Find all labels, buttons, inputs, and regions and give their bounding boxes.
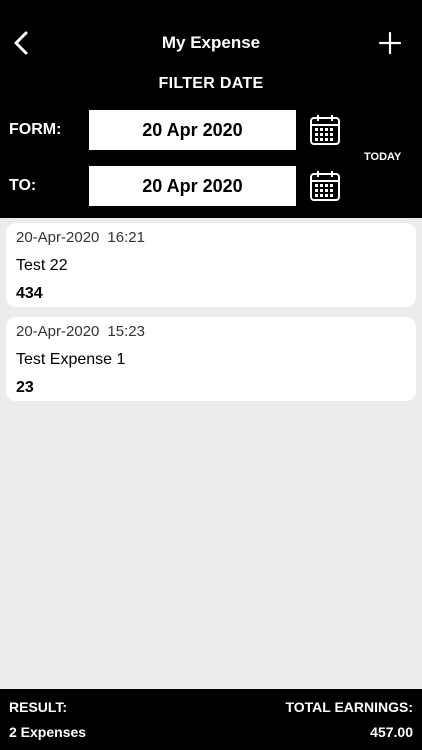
filter-title: FILTER DATE xyxy=(158,75,264,92)
expense-item[interactable]: 20-Apr-2020 16:21 Test 22 434 xyxy=(6,223,416,307)
expense-list: 20-Apr-2020 16:21 Test 22 434 20-Apr-2020… xyxy=(6,223,416,411)
expense-amount: 434 xyxy=(16,285,43,302)
footer-summary: RESULT: 2 Expenses TOTAL EARNINGS: 457.0… xyxy=(0,689,422,750)
today-button[interactable]: TODAY xyxy=(364,151,401,163)
to-calendar-icon[interactable] xyxy=(309,170,341,202)
expense-count: 2 Expenses xyxy=(9,724,87,740)
total-earnings-label: TOTAL EARNINGS: xyxy=(285,699,413,715)
expense-time: 15:23 xyxy=(107,323,145,340)
result-label: RESULT: xyxy=(9,699,68,715)
expense-name: Test 22 xyxy=(16,257,68,274)
expense-time: 16:21 xyxy=(107,229,145,246)
total-earnings-value: 457.00 xyxy=(370,724,413,740)
expense-amount: 23 xyxy=(16,379,34,396)
expense-date: 20-Apr-2020 xyxy=(16,323,100,340)
to-date-field[interactable]: 20 Apr 2020 xyxy=(89,166,296,206)
from-label: FORM: xyxy=(9,121,62,138)
page-title: My Expense xyxy=(161,33,261,52)
expense-datetime: 20-Apr-2020 16:21 xyxy=(16,229,145,246)
expense-date: 20-Apr-2020 xyxy=(16,229,100,246)
expense-name: Test Expense 1 xyxy=(16,351,126,368)
expense-item[interactable]: 20-Apr-2020 15:23 Test Expense 1 23 xyxy=(6,317,416,401)
to-label: TO: xyxy=(9,177,37,194)
header: My Expense FILTER DATE FORM: 20 Apr 2020… xyxy=(0,0,422,218)
add-expense-icon[interactable] xyxy=(378,31,402,55)
expense-datetime: 20-Apr-2020 15:23 xyxy=(16,323,145,340)
from-date-field[interactable]: 20 Apr 2020 xyxy=(89,110,296,150)
from-calendar-icon[interactable] xyxy=(309,114,341,146)
